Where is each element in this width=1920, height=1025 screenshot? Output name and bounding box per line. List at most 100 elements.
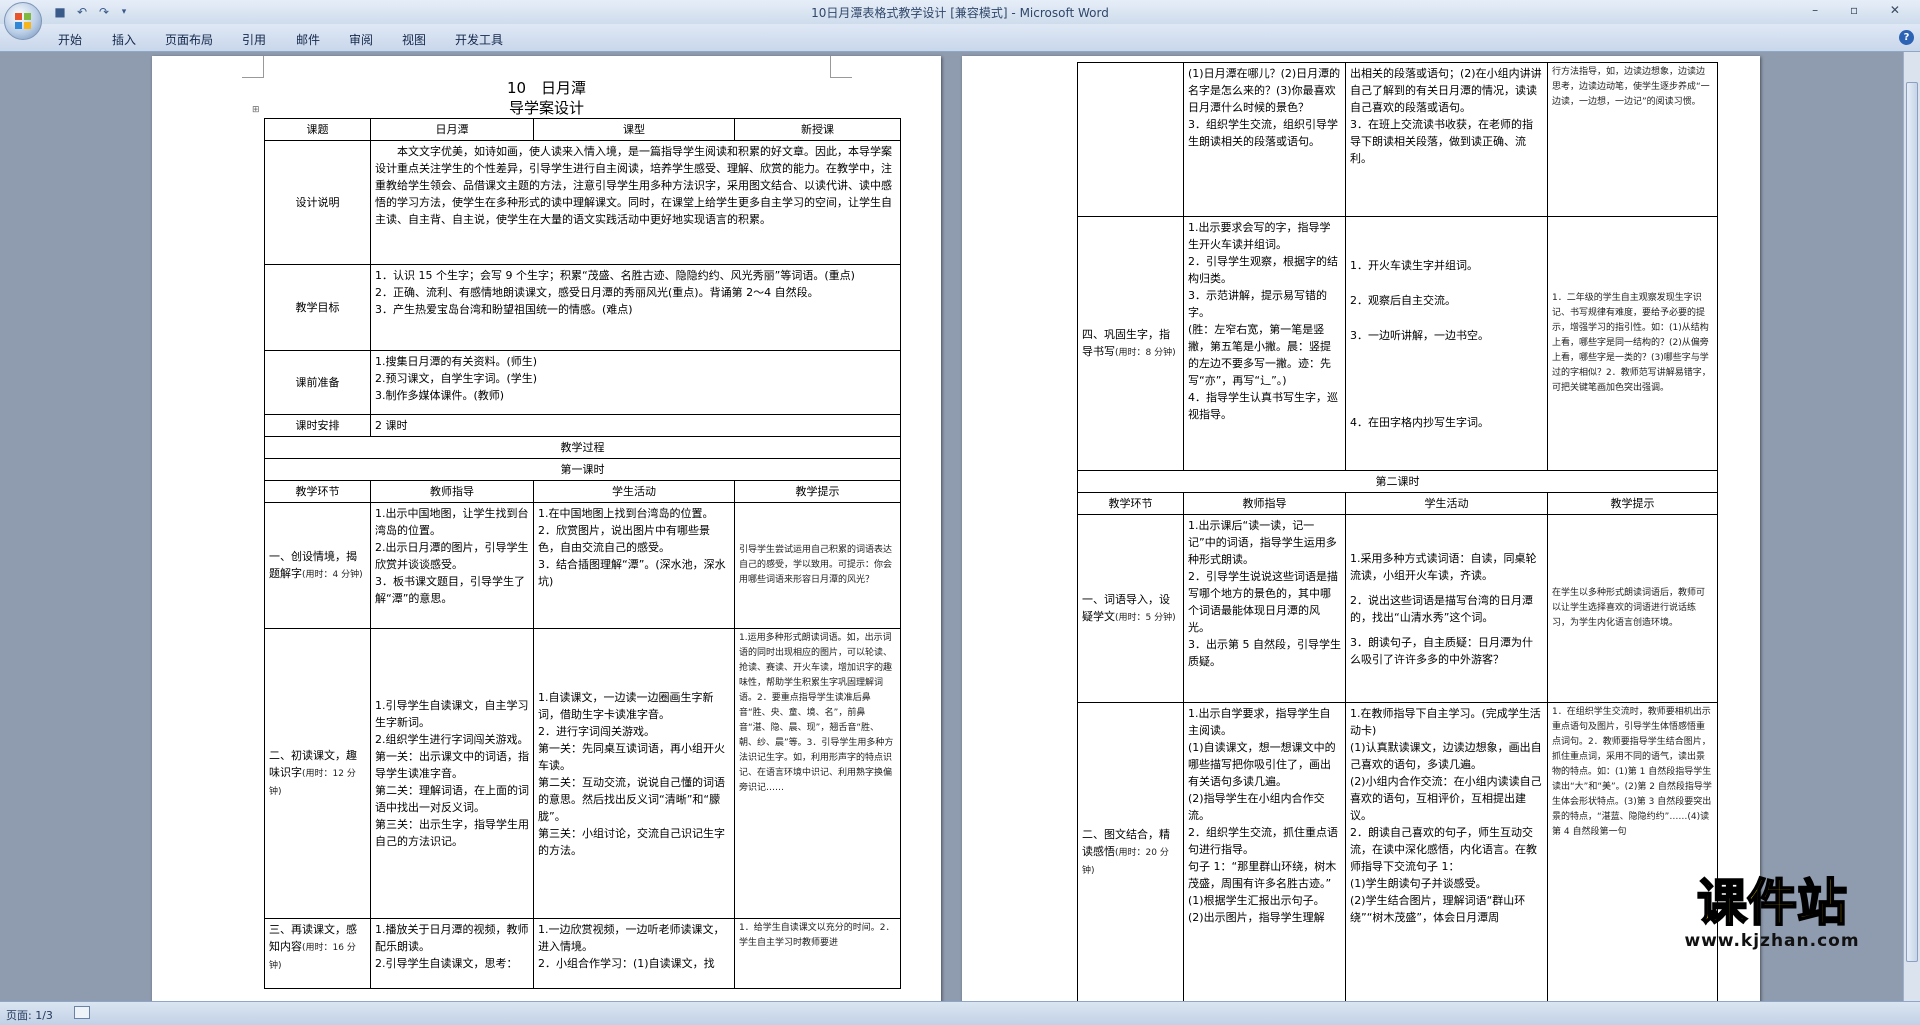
student-step: 1.采用多种方式读词语：自读，同桌轮流读，小组开火车读，齐读。 xyxy=(1350,551,1537,582)
cell-hours: 2 课时 xyxy=(370,414,901,437)
teacher-step: 1.出示要求会写的字，指导学生开火车读并组词。 xyxy=(1188,221,1331,251)
table-row: 一、词语导入，设疑学文(用时：5 分钟) 1.出示课后“读一读，记一记”中的词语… xyxy=(1077,514,1718,703)
table-row: (1)日月潭在哪儿？(2)日月潭的名字是怎么来的？(3)你最喜欢日月潭什么时候的… xyxy=(1077,62,1718,217)
window-title: 10日月潭表格式教学设计 [兼容模式] - Microsoft Word xyxy=(811,6,1109,20)
table-row: 教学目标 1．认识 15 个生字；会写 9 个生字；积累“茂盛、名胜古迹、隐隐约… xyxy=(264,264,901,351)
cell-goals: 1．认识 15 个生字；会写 9 个生字；积累“茂盛、名胜古迹、隐隐约约、风光秀… xyxy=(370,264,901,351)
table-move-handle-icon[interactable]: ⊞ xyxy=(252,105,260,115)
teacher-step: 2．组织学生交流，抓住重点语句进行指导。 xyxy=(1188,826,1338,856)
teacher-step: 3．组织学生交流，组织引导学生朗读相关的段落或语句。 xyxy=(1188,118,1338,148)
tab-home[interactable]: 开始 xyxy=(58,31,82,48)
teacher-step: 4．指导学生认真书写生字，巡视指导。 xyxy=(1188,391,1338,421)
tab-page-layout[interactable]: 页面布局 xyxy=(165,31,213,48)
prep-item: 1.搜集日月潭的有关资料。(师生) xyxy=(375,355,538,368)
teacher-step: (1)自读课文，想一想课文中的哪些描写把你吸引住了，画出有关语句多读几遍。 xyxy=(1188,741,1336,788)
cell-prep: 1.搜集日月潭的有关资料。(师生) 2.预习课文，自学生字词。(学生) 3.制作… xyxy=(370,350,901,415)
student-step: 2．说出这些词语是描写台湾的日月潭的，找出“山清水秀”这个词。 xyxy=(1350,593,1533,624)
cell-tip: 行方法指导，如，边读边想象，边读边思考，边读边动笔，使学生逐步养成“一边读，一边… xyxy=(1547,62,1718,217)
teacher-step: 3．板书课文题目，引导学生了解“潭”的意思。 xyxy=(375,575,525,605)
goal-item: 1．认识 15 个生字；会写 9 个生字；积累“茂盛、名胜古迹、隐隐约约、风光秀… xyxy=(375,269,855,282)
table-row: 二、初读课文，趣味识字(用时：12 分钟) 1.引导学生自读课文，自主学习生字新… xyxy=(264,628,901,919)
tab-mailings[interactable]: 邮件 xyxy=(296,31,320,48)
lesson-plan-table-continued: (1)日月潭在哪儿？(2)日月潭的名字是怎么来的？(3)你最喜欢日月潭什么时候的… xyxy=(1077,62,1718,1001)
document-subtitle: 导学案设计 xyxy=(508,99,584,117)
watermark-logo: 课件站 www.kjzhan.com xyxy=(1658,872,1886,955)
table-row: 第二课时 xyxy=(1077,470,1718,493)
table-row: 课题 日月潭 课型 新授课 xyxy=(264,118,901,141)
cell-type-value: 新授课 xyxy=(734,118,901,141)
prep-item: 3.制作多媒体课件。(教师) xyxy=(375,389,505,402)
cell-teacher: 1.播放关于日月潭的视频，教师配乐朗读。 2.引导学生自读课文，思考： xyxy=(370,918,534,989)
document-area: 10 日月潭 导学案设计 ⊞ 课题 日月潭 课型 新授课 设计说明 本文文字优美… xyxy=(0,52,1920,1001)
col-header: 教学提示 xyxy=(734,480,901,503)
col-header: 教学环节 xyxy=(264,480,371,503)
cell-tip: 1．在组织学生交流时，教师要相机出示重点语句及图片，引导学生体悟感悟重点词句。2… xyxy=(1547,702,1718,1001)
col-header: 教师指导 xyxy=(1183,492,1346,515)
vertical-scrollbar[interactable] xyxy=(1903,52,1920,1001)
cell-topic-value: 日月潭 xyxy=(370,118,534,141)
col-header: 学生活动 xyxy=(533,480,735,503)
page-2: (1)日月潭在哪儿？(2)日月潭的名字是怎么来的？(3)你最喜欢日月潭什么时候的… xyxy=(962,56,1760,1001)
student-step: 3．一边听讲解，一边书空。 xyxy=(1350,328,1489,342)
table-row: 一、创设情境，揭题解字(用时：4 分钟) 1.出示中国地图，让学生找到台湾岛的位… xyxy=(264,502,901,629)
cell-label-topic: 课题 xyxy=(264,118,371,141)
col-header: 教师指导 xyxy=(370,480,534,503)
window-controls[interactable]: – ▫ ✕ xyxy=(1812,3,1914,17)
tab-view[interactable]: 视图 xyxy=(402,31,426,48)
cell-label-design: 设计说明 xyxy=(264,140,371,265)
teacher-step: (2)出示图片，指导学生理解 xyxy=(1188,911,1325,924)
table-row: 课时安排 2 课时 xyxy=(264,414,901,437)
stage-time: (用时：5 分钟) xyxy=(1115,613,1176,623)
document-title: 10 日月潭 xyxy=(506,79,587,97)
teacher-step: 2.出示日月潭的图片，引导学生欣赏并谈谈感受。 xyxy=(375,541,529,571)
table-header-row: 教学环节 教师指导 学生活动 教学提示 xyxy=(1077,492,1718,515)
tab-insert[interactable]: 插入 xyxy=(112,31,136,48)
cell-label-type: 课型 xyxy=(533,118,735,141)
cell-teacher: 1.引导学生自读课文，自主学习生字新词。 2.组织学生进行字词闯关游戏。 第一关… xyxy=(370,628,534,919)
cell-stage: 一、创设情境，揭题解字(用时：4 分钟) xyxy=(264,502,371,629)
office-logo-icon xyxy=(15,13,31,29)
teacher-step: 第二关：理解词语，在上面的词语中找出一对反义词。 xyxy=(375,784,529,814)
section-first-lesson: 第一课时 xyxy=(264,458,901,481)
student-step: (2)小组内合作交流：在小组内读读自己喜欢的语句，互相评价，互相提出建议。 xyxy=(1350,775,1542,822)
cell-student: 1.一边欣赏视频，一边听老师读课文，进入情境。 2．小组合作学习：(1)自读课文… xyxy=(533,918,735,989)
cell-tip: 引导学生尝试运用自己积累的词语表达自己的感受，学以致用。可提示：你会用哪些词语来… xyxy=(734,502,901,629)
ribbon-tabs: 开始 插入 页面布局 引用 邮件 审阅 视图 开发工具 ? xyxy=(0,24,1920,52)
teacher-step: (2)指导学生在小组内合作交流。 xyxy=(1188,792,1325,822)
teacher-step: 2．引导学生观察，根据字的结构归类。 xyxy=(1188,255,1338,285)
help-icon[interactable]: ? xyxy=(1899,30,1914,45)
cell-tip: 1.运用多种形式朗读词语。如，出示词语的同时出现相应的图片，可以轮读、抢读、赛读… xyxy=(734,628,901,919)
teacher-step: 第一关：出示课文中的词语，指导学生读准字音。 xyxy=(375,750,529,780)
student-step: 出相关的段落或语句；(2)在小组内讲讲自己了解到的有关日月潭的情况，读读自己喜欢… xyxy=(1350,67,1542,114)
student-step: 2．小组合作学习：(1)自读课文，找 xyxy=(538,957,715,970)
teacher-step: (1)根据学生汇报出示句子。 xyxy=(1188,894,1325,907)
teacher-step: 1.引导学生自读课文，自主学习生字新词。 xyxy=(375,699,529,729)
tab-developer[interactable]: 开发工具 xyxy=(455,31,503,48)
cell-student: 1.自读课文，一边读一边圈画生字新词，借助生字卡读准字音。 2．进行字词闯关游戏… xyxy=(533,628,735,919)
student-step: 2．观察后自主交流。 xyxy=(1350,293,1456,307)
proofing-icon[interactable] xyxy=(74,1006,90,1019)
table-row: 二、图文结合，精读感悟(用时：20 分钟) 1.出示自学要求，指导学生自主阅读。… xyxy=(1077,702,1718,1001)
teacher-step: (1)日月潭在哪儿？(2)日月潭的名字是怎么来的？(3)你最喜欢日月潭什么时候的… xyxy=(1188,67,1341,114)
table-row: 设计说明 本文文字优美，如诗如画，使人读来入情入境，是一篇指导学生阅读和积累的好… xyxy=(264,140,901,265)
corner-mark xyxy=(830,56,852,78)
page-count[interactable]: 页面: 1/3 xyxy=(6,1007,53,1023)
teacher-step: 句子 1：“那里群山环绕，树木茂盛，周围有许多名胜古迹。” xyxy=(1188,860,1337,890)
tab-review[interactable]: 审阅 xyxy=(349,31,373,48)
section-second-lesson: 第二课时 xyxy=(1077,470,1718,493)
lesson-plan-table: 课题 日月潭 课型 新授课 设计说明 本文文字优美，如诗如画，使人读来入情入境，… xyxy=(264,118,901,989)
scrollbar-thumb[interactable] xyxy=(1906,82,1918,962)
cell-label-goals: 教学目标 xyxy=(264,264,371,351)
cell-tip: 1．给学生自读课文以充分的时间。2．学生自主学习时教师要进 xyxy=(734,918,901,989)
office-button[interactable] xyxy=(4,2,42,40)
student-step: 2．朗读自己喜欢的句子，师生互动交流，在读中深化感悟，内化语言。在教师指导下交流… xyxy=(1350,826,1537,873)
student-step: (2)学生结合图片，理解词语“群山环绕”“树木茂盛”，体会日月潭周 xyxy=(1350,894,1526,924)
tab-references[interactable]: 引用 xyxy=(242,31,266,48)
teacher-step: 2．引导学生说说这些词语是描写哪个地方的景色的，其中哪个词语最能体现日月潭的风光… xyxy=(1188,570,1338,634)
cell-stage xyxy=(1077,62,1184,217)
teacher-step: 2.组织学生进行字词闯关游戏。 xyxy=(375,733,529,746)
prep-item: 2.预习课文，自学生字词。(学生) xyxy=(375,372,538,385)
cell-stage: 二、图文结合，精读感悟(用时：20 分钟) xyxy=(1077,702,1184,1001)
cell-tip: 1．二年级的学生自主观察发现生字识记、书写规律有难度，要给予必要的提示，增强学习… xyxy=(1547,216,1718,471)
col-header: 教学提示 xyxy=(1547,492,1718,515)
